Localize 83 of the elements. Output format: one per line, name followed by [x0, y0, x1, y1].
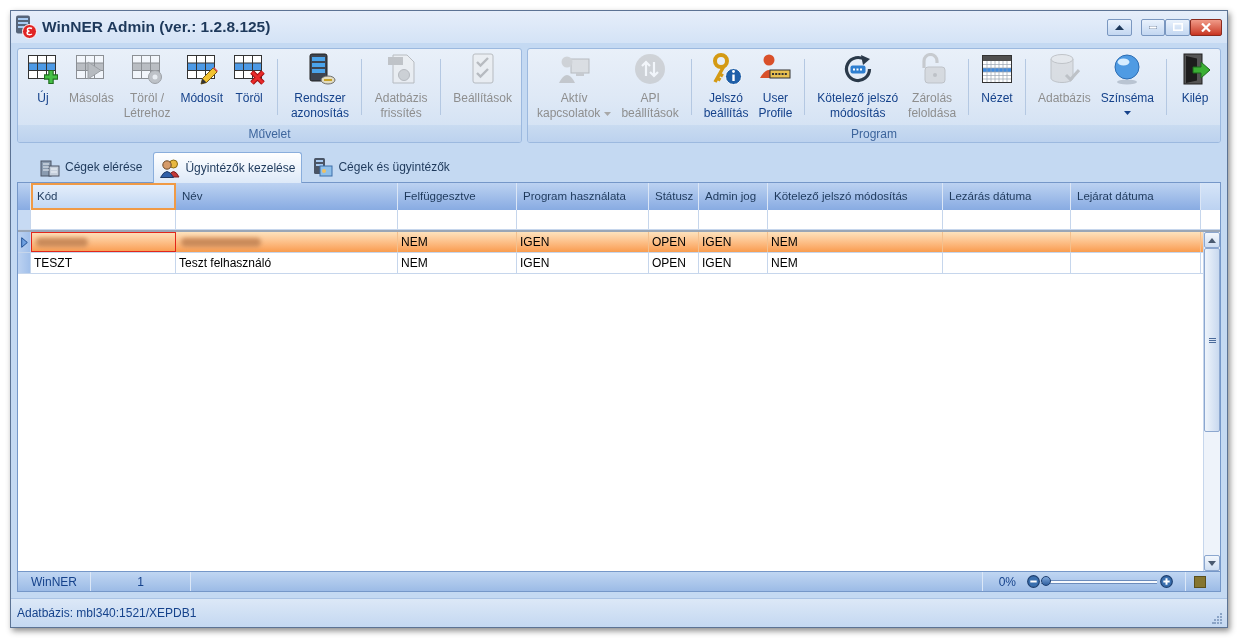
- row-indicator-icon: [20, 236, 28, 248]
- toolbar-button[interactable]: Rendszer azonosítás: [285, 51, 354, 123]
- table-cell: NEM: [398, 253, 517, 273]
- table-cell: IGEN: [699, 232, 768, 252]
- tab[interactable]: Cégek elérése: [33, 152, 150, 182]
- column-header[interactable]: Lejárat dátuma: [1071, 183, 1201, 210]
- calendar-icon: [981, 53, 1014, 85]
- minimize-button[interactable]: [1141, 18, 1165, 36]
- minimize-icon: [1149, 25, 1157, 29]
- toolbar-button[interactable]: User Profile: [753, 51, 798, 123]
- table-cell: TESZT: [31, 253, 176, 273]
- close-icon: [1201, 22, 1211, 32]
- column-header[interactable]: Státusz: [649, 183, 699, 210]
- header-spacer: [1201, 183, 1220, 210]
- users-icon: [160, 158, 181, 178]
- column-header[interactable]: Kötelező jelszó módosítás: [768, 183, 943, 210]
- table-row[interactable]: NEM IGEN OPEN IGEN NEM: [18, 232, 1203, 253]
- column-header[interactable]: Admin jog: [699, 183, 768, 210]
- status-cell: 1: [91, 572, 191, 591]
- status-text: Adatbázis: mbl340:1521/XEPDB1: [17, 605, 197, 622]
- column-header[interactable]: Felfüggesztve: [398, 183, 517, 210]
- toolbar-button[interactable]: Kötelező jelszó módosítás: [812, 51, 904, 123]
- grid-pencil-icon: [185, 53, 218, 85]
- square-icon: [1194, 575, 1206, 588]
- document-icon: [385, 53, 418, 85]
- plus-icon: [1160, 575, 1173, 588]
- group-label: Művelet: [18, 125, 521, 142]
- maximize-icon: [1172, 23, 1183, 31]
- down-arrow-icon: [1208, 560, 1216, 566]
- zoom-slider-thumb[interactable]: [1041, 575, 1051, 586]
- scrollbar-thumb[interactable]: [1204, 248, 1220, 432]
- grip-icon: [1208, 337, 1216, 343]
- table-cell: OPEN: [649, 253, 699, 273]
- zoom-out-button[interactable]: [1027, 575, 1040, 588]
- table-cell: OPEN: [649, 232, 699, 252]
- collapse-ribbon-button[interactable]: [1107, 18, 1132, 36]
- header-corner: [18, 183, 31, 210]
- status-cell: WinNER: [18, 572, 91, 591]
- table-cell: NEM: [398, 232, 517, 252]
- blurred-text: [36, 237, 88, 247]
- toolbar-button[interactable]: Nézet: [976, 51, 1019, 123]
- table-cell: NEM: [768, 232, 943, 252]
- toolbar-button[interactable]: Módosít: [175, 51, 229, 123]
- tab[interactable]: Cégek és ügyintézők: [306, 152, 457, 182]
- zoom-slider-track[interactable]: [1041, 579, 1157, 584]
- close-button[interactable]: [1190, 18, 1222, 36]
- server-badge-icon: [14, 15, 38, 39]
- caret-up-icon: [1115, 24, 1124, 30]
- table-row[interactable]: TESZT Teszt felhasználó NEM IGEN OPEN IGEN NEM: [18, 253, 1203, 274]
- scroll-up-button[interactable]: [1204, 232, 1220, 248]
- database-check-icon: [1048, 53, 1081, 85]
- column-header[interactable]: Név: [176, 183, 398, 210]
- toolbar-button[interactable]: Kilép: [1174, 51, 1216, 123]
- scroll-down-button[interactable]: [1204, 555, 1220, 571]
- table-cell: IGEN: [517, 232, 649, 252]
- column-header[interactable]: Kód: [31, 183, 176, 210]
- window-title: WinNER Admin (ver.: 1.2.8.125): [42, 17, 271, 38]
- server-card-icon: [313, 157, 334, 177]
- column-header[interactable]: Program használata: [517, 183, 649, 210]
- toolbar-button[interactable]: Színséma: [1095, 51, 1160, 123]
- zoom-reading: 0%: [998, 573, 1016, 591]
- grid-delete-icon: [233, 53, 266, 85]
- key-info-icon: [710, 53, 743, 85]
- column-header[interactable]: Lezárás dátuma: [943, 183, 1071, 210]
- tab[interactable]: Ügyintézők kezelése: [153, 152, 303, 183]
- up-arrow-icon: [1208, 237, 1216, 243]
- table-cell: IGEN: [517, 253, 649, 273]
- toolbar-button[interactable]: Új: [22, 51, 64, 123]
- table-cell: NEM: [768, 253, 943, 273]
- row-selector[interactable]: [18, 232, 31, 252]
- grid-plus-icon: [27, 53, 59, 85]
- scrollbar[interactable]: [1203, 232, 1220, 571]
- up-down-arrows-icon: [634, 53, 667, 85]
- buildings-icon: [40, 157, 60, 177]
- table-cell: IGEN: [699, 253, 768, 273]
- resize-grip-icon: [1212, 613, 1223, 624]
- group-label: Program: [528, 125, 1220, 142]
- minus-icon: [1027, 575, 1040, 588]
- grid-disc-icon: [131, 53, 164, 85]
- toolbar-button[interactable]: Töröl: [228, 51, 271, 123]
- zoom-in-button[interactable]: [1160, 575, 1173, 588]
- toolbar-button[interactable]: Jelszó beállítás: [698, 51, 754, 123]
- table-cell: Teszt felhasználó: [176, 253, 398, 273]
